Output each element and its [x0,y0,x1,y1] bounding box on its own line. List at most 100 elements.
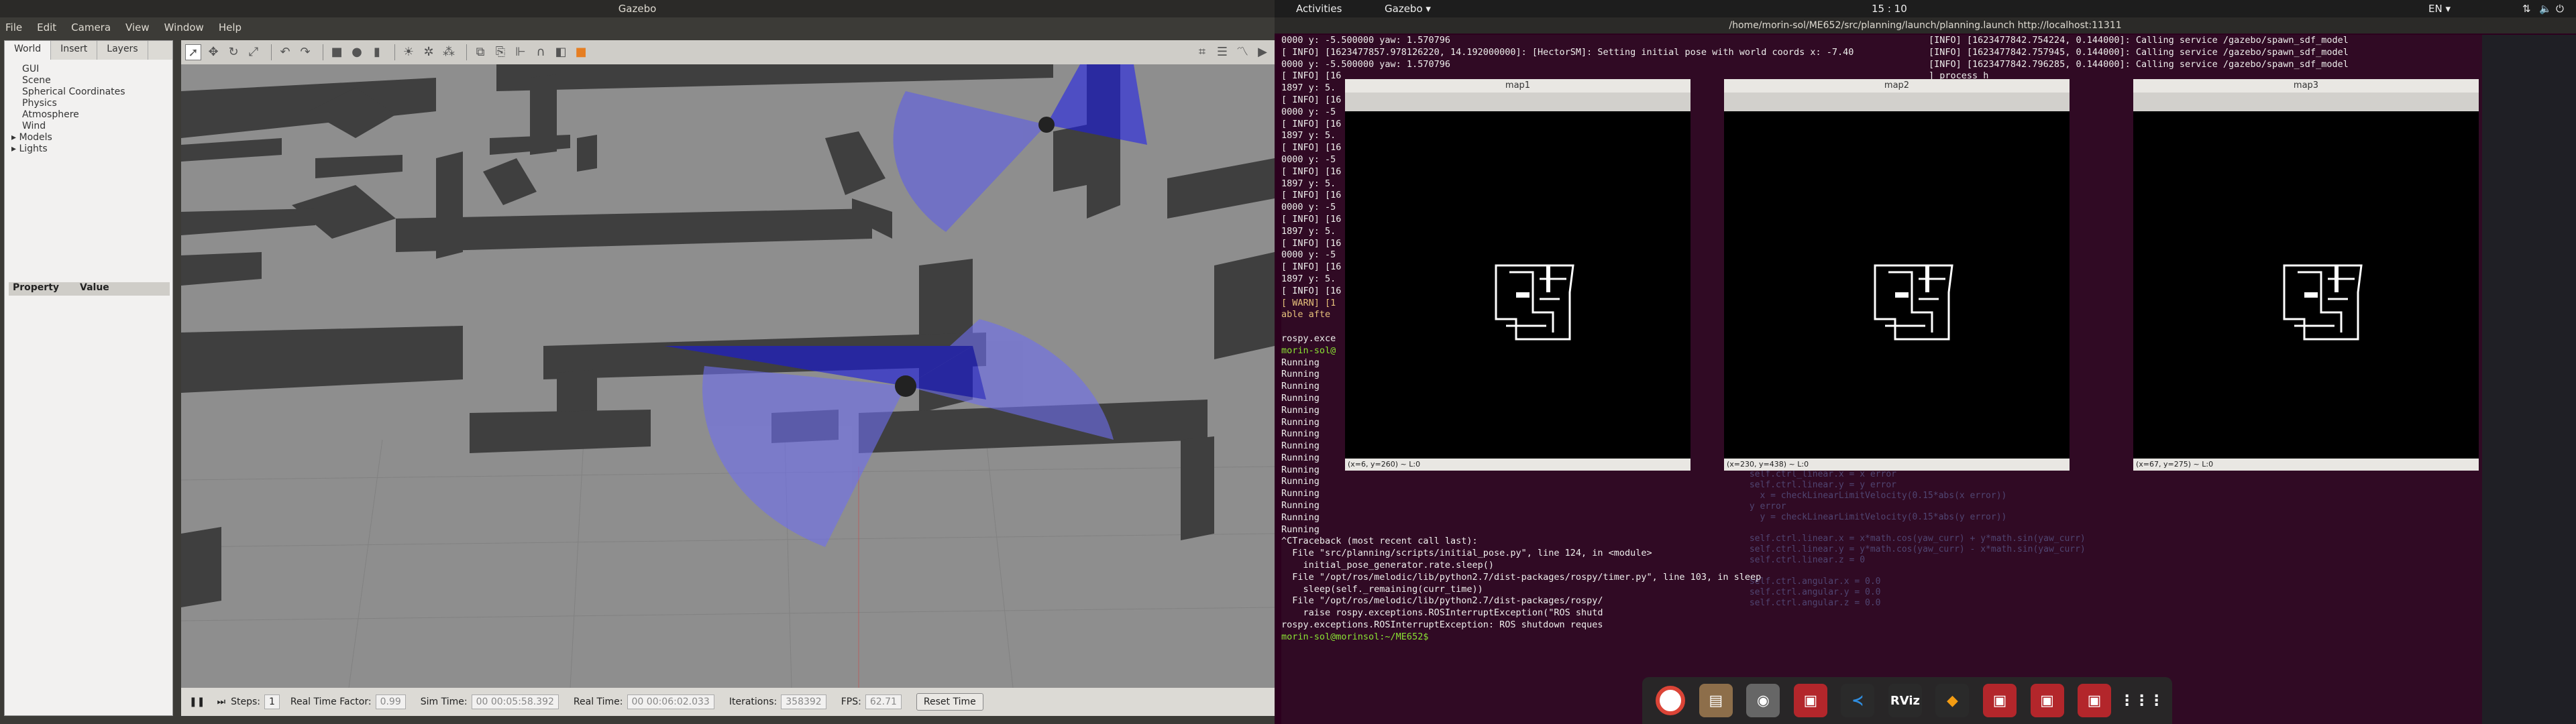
rtf-value: 0.99 [375,695,406,709]
language-indicator[interactable]: EN ▾ [2428,3,2451,15]
screenshot-icon[interactable]: ⌗ [1194,44,1210,60]
box-icon[interactable]: ■ [329,44,345,60]
expand-arrow-icon[interactable]: ▸ [11,143,19,154]
sim-status-bar: ❚❚ ⏭ Steps: 1 Real Time Factor: 0.99 Sim… [181,688,1275,716]
tree-item-lights[interactable]: ▸ Lights [11,143,172,155]
3d-viewport[interactable] [181,64,1275,688]
menu-edit[interactable]: Edit [37,21,56,34]
paste-icon[interactable]: ⎘ [492,44,508,60]
separator [394,44,395,60]
tree-item-atmosphere[interactable]: Atmosphere [11,109,172,121]
fps-label: FPS: [841,697,861,707]
background-code: self.ctrl_linear.x = x error self.ctrl.l… [1749,469,2086,608]
sim-time-value: 00 00:05:58.392 [471,695,559,709]
rviz-icon[interactable]: RViz [1888,684,1922,717]
sublime-icon[interactable]: ◆ [1935,684,1970,717]
translate-icon[interactable]: ✥ [205,44,221,60]
menu-file[interactable]: File [5,21,22,34]
fps-value: 62.71 [865,695,902,709]
map3-window[interactable]: map3 (x=67, y=275) ~ L:0 [2133,79,2479,471]
tree-item-models[interactable]: ▸ Models [11,132,172,143]
separator [271,44,272,60]
app-icon[interactable]: ▣ [1982,684,2017,717]
step-icon[interactable]: ⏭ [217,697,225,707]
sphere-icon[interactable]: ● [349,44,365,60]
pause-icon[interactable]: ❚❚ [189,697,205,707]
separator [466,44,467,60]
record-icon[interactable]: ■ [573,44,589,60]
copy-icon[interactable]: ⧉ [472,44,488,60]
map-window-title: map3 [2133,79,2479,93]
app-icon[interactable]: ▣ [2030,684,2064,717]
menu-view[interactable]: View [125,21,150,34]
tab-layers[interactable]: Layers [97,41,148,60]
tab-insert[interactable]: Insert [51,41,98,60]
cylinder-icon[interactable]: ▮ [369,44,385,60]
dock: ▤ ◉ ▣ ≺ RViz ◆ ▣ ▣ ▣ ⋮⋮⋮ [1642,677,2172,724]
sim-time-label: Sim Time: [420,697,468,707]
map1-window[interactable]: map1 (x=6, y=260) ~ L:0 [1345,79,1690,471]
tab-world[interactable]: World [5,41,52,60]
clock[interactable]: 15 : 10 [1872,3,1907,15]
files-icon[interactable]: ▤ [1699,684,1733,717]
tree-item-wind[interactable]: Wind [11,121,172,132]
activities-button[interactable]: Activities [1296,3,1342,15]
ubuntu-top-bar: Activities Gazebo ▾ 15 : 10 EN ▾ ⇅ 🔈 ⏻ [1275,0,2576,17]
network-icon[interactable]: ⇅ [2522,3,2531,15]
map-status: (x=6, y=260) ~ L:0 [1345,459,1690,471]
value-col: Value [80,282,109,293]
vscode-icon[interactable]: ≺ [1841,684,1875,717]
chrome-icon[interactable] [1656,686,1686,715]
volume-icon[interactable]: 🔈 [2539,3,2552,15]
world-tree: GUI Scene Spherical Coordinates Physics … [5,60,172,155]
map-status: (x=230, y=438) ~ L:0 [1724,459,2070,471]
change-view-icon[interactable]: ◧ [553,44,569,60]
app-menu[interactable]: Gazebo ▾ [1385,3,1431,15]
menu-window[interactable]: Window [164,21,204,34]
undo-icon[interactable]: ↶ [277,44,293,60]
menu-camera[interactable]: Camera [71,21,111,34]
gazebo-window: Gazebo File Edit Camera View Window Help… [0,0,1275,724]
power-icon[interactable]: ⏻ [2556,3,2564,15]
iterations-label: Iterations: [729,697,777,707]
tree-item-physics[interactable]: Physics [11,98,172,109]
world-panel: World Insert Layers GUI Scene Spherical … [4,40,173,716]
real-time-label: Real Time: [573,697,623,707]
tree-item-spherical[interactable]: Spherical Coordinates [11,86,172,98]
plot-icon[interactable]: 〽 [1234,44,1250,60]
pointlight-icon[interactable]: ☀ [400,44,417,60]
log-icon[interactable]: ☰ [1214,44,1230,60]
scale-icon[interactable]: ⤢ [246,44,262,60]
redo-icon[interactable]: ↷ [297,44,313,60]
select-mode-icon[interactable]: ➚ [185,44,201,60]
property-header: Property Value [9,282,170,296]
scene-render [181,64,1275,688]
rtf-label: Real Time Factor: [290,697,372,707]
expand-arrow-icon[interactable]: ▸ [11,132,19,143]
steps-label: Steps: [231,697,260,707]
map-status: (x=67, y=275) ~ L:0 [2133,459,2479,471]
reset-time-button[interactable]: Reset Time [916,693,983,711]
dirlight-icon[interactable]: ⁂ [441,44,457,60]
tree-item-scene[interactable]: Scene [11,75,172,86]
iterations-value: 358392 [781,695,826,709]
panel-tabs: World Insert Layers [5,41,172,60]
app-icon[interactable]: ▣ [1793,684,1827,717]
terminal-line: [INFO] [1623477842.796285, 0.144000]: Ca… [1929,58,2349,70]
rotate-icon[interactable]: ↻ [225,44,241,60]
menu-help[interactable]: Help [219,21,241,34]
terminal-line: [INFO] [1623477842.754224, 0.144000]: Ca… [1929,35,2349,46]
tree-item-gui[interactable]: GUI [11,64,172,75]
align-icon[interactable]: ⊩ [513,44,529,60]
spotlight-icon[interactable]: ✲ [421,44,437,60]
steps-input[interactable]: 1 [264,695,280,709]
camera-icon[interactable]: ◉ [1746,684,1780,717]
menu-bar: File Edit Camera View Window Help [0,17,1275,38]
background-editor-strip [2482,35,2576,724]
snap-icon[interactable]: ∩ [533,44,549,60]
map2-window[interactable]: map2 (x=230, y=438) ~ L:0 [1724,79,2070,471]
window-title: Gazebo [0,0,1275,17]
app-icon[interactable]: ▣ [2078,684,2112,717]
video-icon[interactable]: ▶ [1254,44,1271,60]
grid-icon[interactable]: ⋮⋮⋮ [2120,684,2164,717]
